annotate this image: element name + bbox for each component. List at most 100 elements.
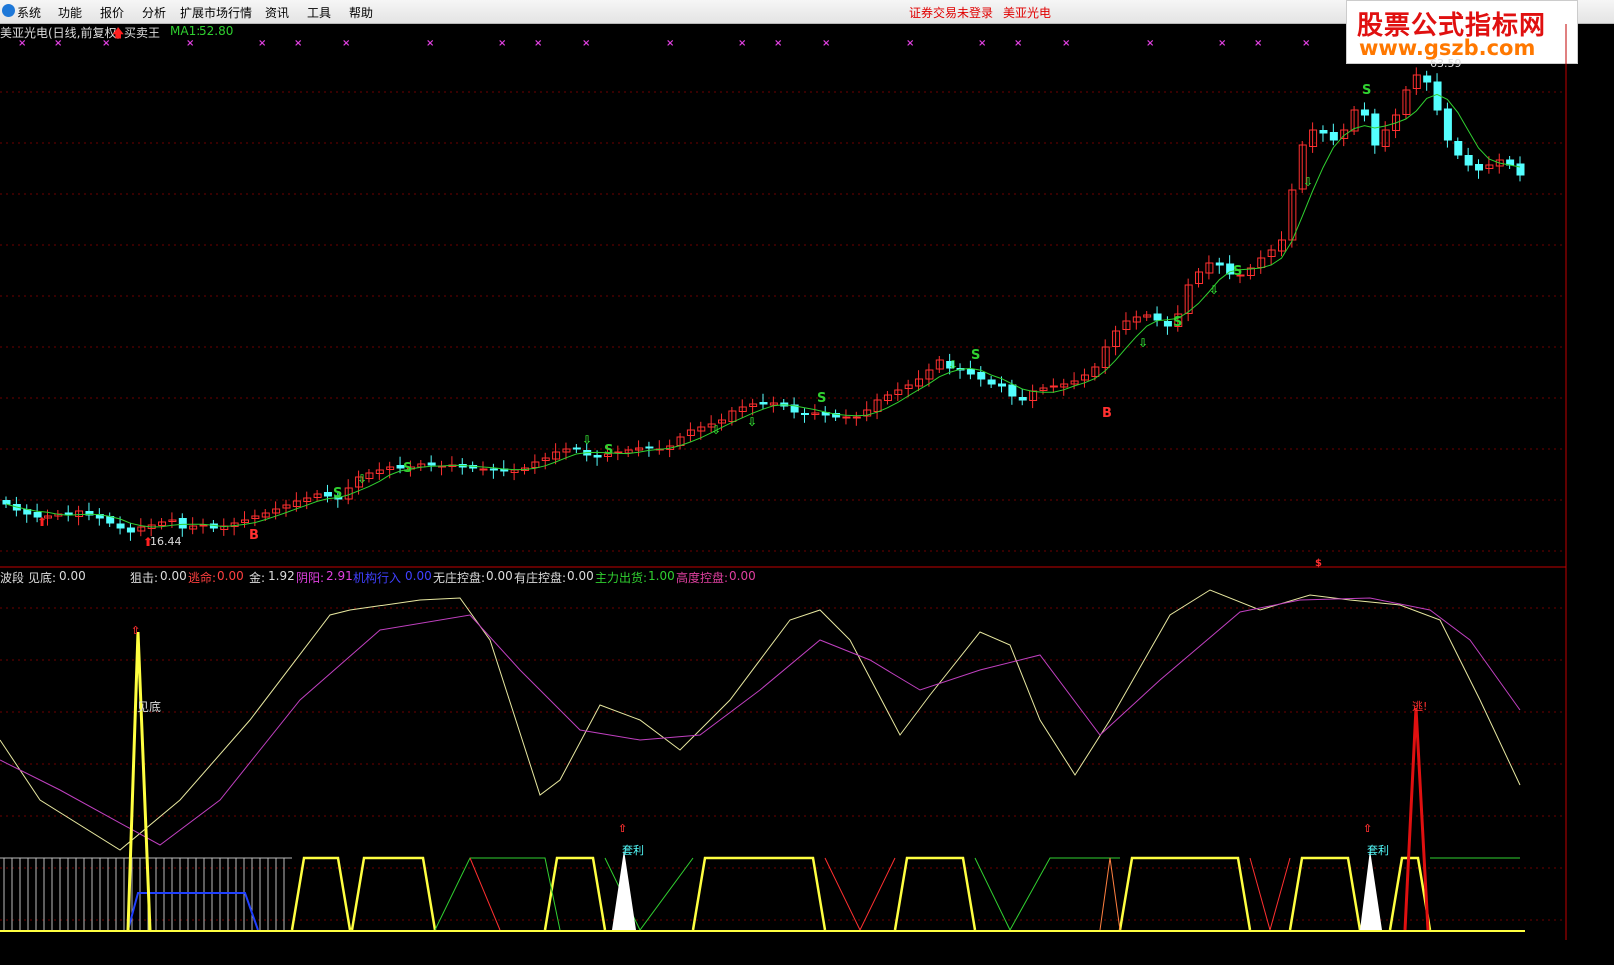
candle-body [479, 468, 488, 471]
candle-body [489, 468, 498, 471]
candle-body [759, 402, 768, 405]
down-arrow-icon: ⇩ [1138, 336, 1148, 350]
chart-title: 美亚光电(日线,前复权) [0, 26, 122, 40]
ind-escape-label: 逃命: [188, 571, 217, 585]
candle-body [1423, 75, 1432, 83]
ind-no-control-value: 0.00 [486, 569, 513, 583]
marker-x: × [738, 38, 746, 49]
marker-x: × [1146, 38, 1154, 49]
marker-x: × [906, 38, 914, 49]
ind-control-value: 0.00 [567, 569, 594, 583]
crossing-line [469, 857, 501, 931]
ind-bottom-label: 见底: [28, 571, 57, 585]
crossing-line [434, 857, 561, 931]
marker-x: × [534, 38, 542, 49]
arbitrage-signal-label-2: 套利 [1367, 844, 1389, 857]
candle-body [1516, 163, 1525, 176]
trapezoid-band [691, 856, 827, 931]
marker-x: × [1014, 38, 1022, 49]
candle-body [1360, 109, 1369, 116]
marker-x: × [1062, 38, 1070, 49]
down-arrow-icon: ⇩ [357, 472, 367, 486]
candle-body [116, 523, 125, 529]
ma-line [5, 93, 1521, 528]
down-arrow-icon: ⇩ [711, 423, 721, 437]
marker-x: × [342, 38, 350, 49]
candle-body [987, 379, 996, 385]
crossing-line [824, 857, 896, 932]
candle-body [645, 446, 654, 449]
bottom-arrow-icon: ⇧ [131, 624, 140, 637]
candle-body [427, 462, 436, 466]
dollar-mark: $ [1315, 558, 1322, 569]
sell-signal: S [1233, 264, 1242, 279]
candle-body [852, 416, 861, 419]
high-price-label: 63.59 [1430, 57, 1462, 70]
candle-body [1371, 113, 1380, 146]
k-line [0, 589, 1521, 851]
bottom-signal-label: 见底 [137, 700, 162, 714]
up-arrow-icon: ⬆ [37, 515, 47, 529]
marker-x: × [1254, 38, 1262, 49]
down-arrow-icon: ⇩ [948, 358, 958, 372]
arbitrage-arrow-icon: ⇧ [1363, 822, 1372, 835]
candle-body [842, 416, 851, 419]
sell-signal: S [1173, 315, 1182, 330]
bottom-spike [126, 631, 152, 931]
down-arrow-icon: ⇩ [747, 415, 757, 429]
red-arrow-icon: 🡅 [112, 26, 125, 40]
candle-body [126, 527, 135, 533]
candle-body [977, 372, 986, 380]
ind-yinyang-label: 阴阳: [296, 571, 325, 585]
candle-body [1163, 321, 1172, 327]
marker-x: × [774, 38, 782, 49]
candle-body [1153, 313, 1162, 321]
ind-distribution-label: 主力出货: [595, 571, 648, 585]
marker-x: × [978, 38, 986, 49]
sell-signal: S [817, 391, 826, 406]
ma-value: 52.80 [199, 24, 234, 38]
candle-body [1329, 132, 1338, 141]
arbitrage-spike [612, 850, 636, 930]
ind-bottom-value: 0.00 [59, 569, 86, 583]
candle-body [593, 455, 602, 458]
marker-x: × [1302, 38, 1310, 49]
low-price-label: 16.44 [150, 535, 182, 548]
candle-body [1049, 385, 1058, 388]
ind-snipe-value: 0.00 [160, 569, 187, 583]
buy-signal: B [1102, 406, 1112, 421]
down-arrow-icon: ⇩ [1209, 283, 1219, 297]
sell-signal: S [333, 486, 342, 501]
sell-signal: S [1362, 83, 1371, 98]
indicator-panel-name: 波段 [0, 571, 25, 585]
marker-x: × [582, 38, 590, 49]
escape-signal-label: 逃! [1412, 700, 1428, 713]
trapezoid-band [893, 856, 977, 931]
candle-body [1319, 130, 1328, 134]
arbitrage-signal-label-1: 套利 [622, 844, 644, 857]
candle-body [178, 518, 187, 529]
trapezoid-band [543, 856, 607, 931]
marker-x: × [1218, 38, 1226, 49]
marker-x: × [258, 38, 266, 49]
candle-body [800, 413, 809, 415]
sell-signal: S [604, 443, 613, 458]
ind-distribution-value: 1.00 [648, 569, 675, 583]
kline-chart[interactable]: × × × × × × × × × × × × × × × × × × × × × × ×SSSSSSSSBB⇩⇩⇩⇩⇩⇩⇩… [0, 0, 1614, 965]
candle-body [1443, 108, 1452, 141]
ind-institution-value: 0.00 [405, 569, 432, 583]
indicator-name: 买卖王 [124, 26, 161, 40]
candle-body [1464, 155, 1473, 166]
marker-x: × [426, 38, 434, 49]
d-line [0, 597, 1521, 846]
marker-x: × [294, 38, 302, 49]
ind-gold-label: 金: [249, 571, 266, 585]
crossing-line [974, 857, 1120, 932]
ind-high-control-label: 高度控盘: [676, 571, 729, 585]
candle-body [1018, 397, 1027, 401]
marker-x: × [822, 38, 830, 49]
crossing-line [1099, 857, 1121, 931]
ind-high-control-value: 0.00 [729, 569, 756, 583]
candle-body [1008, 384, 1017, 397]
trapezoid-band [350, 856, 437, 931]
